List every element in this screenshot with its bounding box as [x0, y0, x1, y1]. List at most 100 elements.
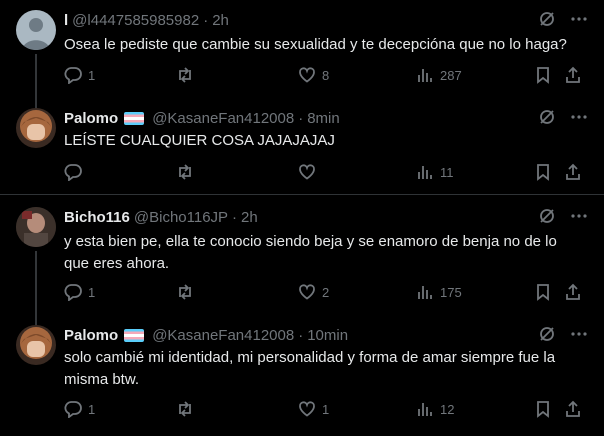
share-button[interactable]: [564, 66, 582, 84]
separator-dot: ·: [298, 109, 304, 127]
share-icon: [566, 400, 580, 417]
tweet[interactable]: Palomo @KasaneFan412008 · 8min LEÍSTE CU…: [0, 100, 604, 194]
like-icon: [299, 401, 315, 417]
like-button[interactable]: 1: [298, 400, 329, 418]
reply-icon: [64, 401, 82, 418]
views-icon: [418, 69, 432, 82]
author-name[interactable]: Palomo: [64, 110, 118, 127]
more-icon[interactable]: [570, 325, 588, 348]
like-count: 1: [322, 401, 330, 417]
share-icon: [566, 283, 580, 300]
thread-line: [35, 54, 37, 100]
retweet-button[interactable]: [176, 163, 200, 181]
tweet[interactable]: Bicho116 @Bicho116JP · 2h y esta bien pe…: [0, 195, 604, 315]
author-name[interactable]: Palomo: [64, 327, 118, 344]
tweet[interactable]: Palomo @KasaneFan412008 · 10min solo cam…: [0, 315, 604, 436]
retweet-button[interactable]: [176, 66, 200, 84]
share-button[interactable]: [564, 400, 582, 418]
author-handle[interactable]: @Bicho116JP: [134, 209, 228, 226]
timestamp[interactable]: 2h: [212, 12, 229, 29]
timestamp[interactable]: 10min: [307, 327, 348, 344]
avatar[interactable]: [16, 325, 56, 365]
views-count: 287: [440, 67, 462, 83]
timestamp[interactable]: 8min: [307, 110, 340, 127]
retweet-icon: [179, 284, 191, 300]
bookmark-icon: [537, 284, 549, 301]
thread-line: [35, 315, 37, 325]
reply-button[interactable]: 1: [64, 66, 95, 84]
reply-button[interactable]: 1: [64, 283, 95, 301]
like-count: 8: [322, 67, 330, 83]
share-icon: [566, 66, 580, 83]
grok-icon[interactable]: [538, 10, 556, 33]
avatar[interactable]: [16, 10, 56, 50]
more-icon[interactable]: [570, 207, 588, 230]
views-button[interactable]: 12: [416, 400, 454, 418]
timestamp[interactable]: 2h: [241, 209, 258, 226]
reply-button[interactable]: 1: [64, 400, 95, 418]
like-button[interactable]: [298, 163, 322, 181]
separator-dot: ·: [232, 208, 238, 226]
reply-count: 1: [88, 401, 96, 417]
share-button[interactable]: [564, 163, 582, 181]
share-icon: [566, 163, 580, 180]
bookmark-icon: [537, 401, 549, 418]
like-icon: [299, 67, 315, 83]
separator-dot: ·: [203, 11, 209, 29]
reply-icon: [64, 164, 82, 181]
thread-line: [35, 251, 37, 315]
reply-count: 1: [88, 67, 96, 83]
retweet-icon: [179, 401, 191, 417]
tweet[interactable]: l @l4447585985982 · 2h Osea le pediste q…: [0, 0, 604, 100]
bookmark-button[interactable]: [534, 283, 552, 301]
like-icon: [299, 164, 315, 180]
more-icon[interactable]: [570, 108, 588, 131]
like-icon: [299, 284, 315, 300]
share-button[interactable]: [564, 283, 582, 301]
reply-count: 1: [88, 284, 96, 300]
views-button[interactable]: 175: [416, 283, 462, 301]
tweet-text: y esta bien pe, ella te conocio siendo b…: [64, 233, 557, 272]
bookmark-button[interactable]: [534, 66, 552, 84]
views-icon: [418, 286, 432, 299]
thread-line: [35, 100, 37, 108]
retweet-icon: [179, 67, 191, 83]
grok-icon[interactable]: [538, 108, 556, 131]
avatar[interactable]: [16, 207, 56, 247]
like-count: 2: [322, 284, 330, 300]
reply-button[interactable]: [64, 163, 88, 181]
avatar[interactable]: [16, 108, 56, 148]
views-icon: [418, 166, 432, 179]
author-handle[interactable]: @KasaneFan412008: [152, 327, 294, 344]
reply-icon: [64, 67, 82, 84]
views-icon: [418, 403, 432, 416]
retweet-button[interactable]: [176, 400, 200, 418]
author-handle[interactable]: @KasaneFan412008: [152, 110, 294, 127]
trans-flag-emoji: [124, 111, 145, 125]
author-name[interactable]: Bicho116: [64, 209, 130, 226]
more-icon[interactable]: [570, 10, 588, 33]
bookmark-icon: [537, 164, 549, 181]
grok-icon[interactable]: [538, 325, 556, 348]
reply-icon: [64, 284, 82, 301]
views-button[interactable]: 11: [416, 163, 454, 181]
trans-flag-emoji: [124, 328, 145, 342]
views-count: 12: [440, 401, 455, 417]
author-handle[interactable]: @l4447585985982: [72, 12, 199, 29]
tweet-text: LEÍSTE CUALQUIER COSA JAJAJAJAJ: [64, 132, 335, 149]
like-button[interactable]: 8: [298, 66, 329, 84]
like-button[interactable]: 2: [298, 283, 329, 301]
tweet-text: solo cambié mi identidad, mi personalida…: [64, 349, 556, 388]
tweet-text: Osea le pediste que cambie su sexualidad…: [64, 36, 567, 53]
bookmark-icon: [537, 67, 549, 84]
retweet-icon: [179, 164, 191, 180]
views-button[interactable]: 287: [416, 66, 462, 84]
bookmark-button[interactable]: [534, 400, 552, 418]
views-count: 11: [440, 164, 454, 180]
grok-icon[interactable]: [538, 207, 556, 230]
bookmark-button[interactable]: [534, 163, 552, 181]
author-name[interactable]: l: [64, 12, 68, 29]
separator-dot: ·: [298, 326, 304, 344]
retweet-button[interactable]: [176, 283, 200, 301]
views-count: 175: [440, 284, 462, 300]
